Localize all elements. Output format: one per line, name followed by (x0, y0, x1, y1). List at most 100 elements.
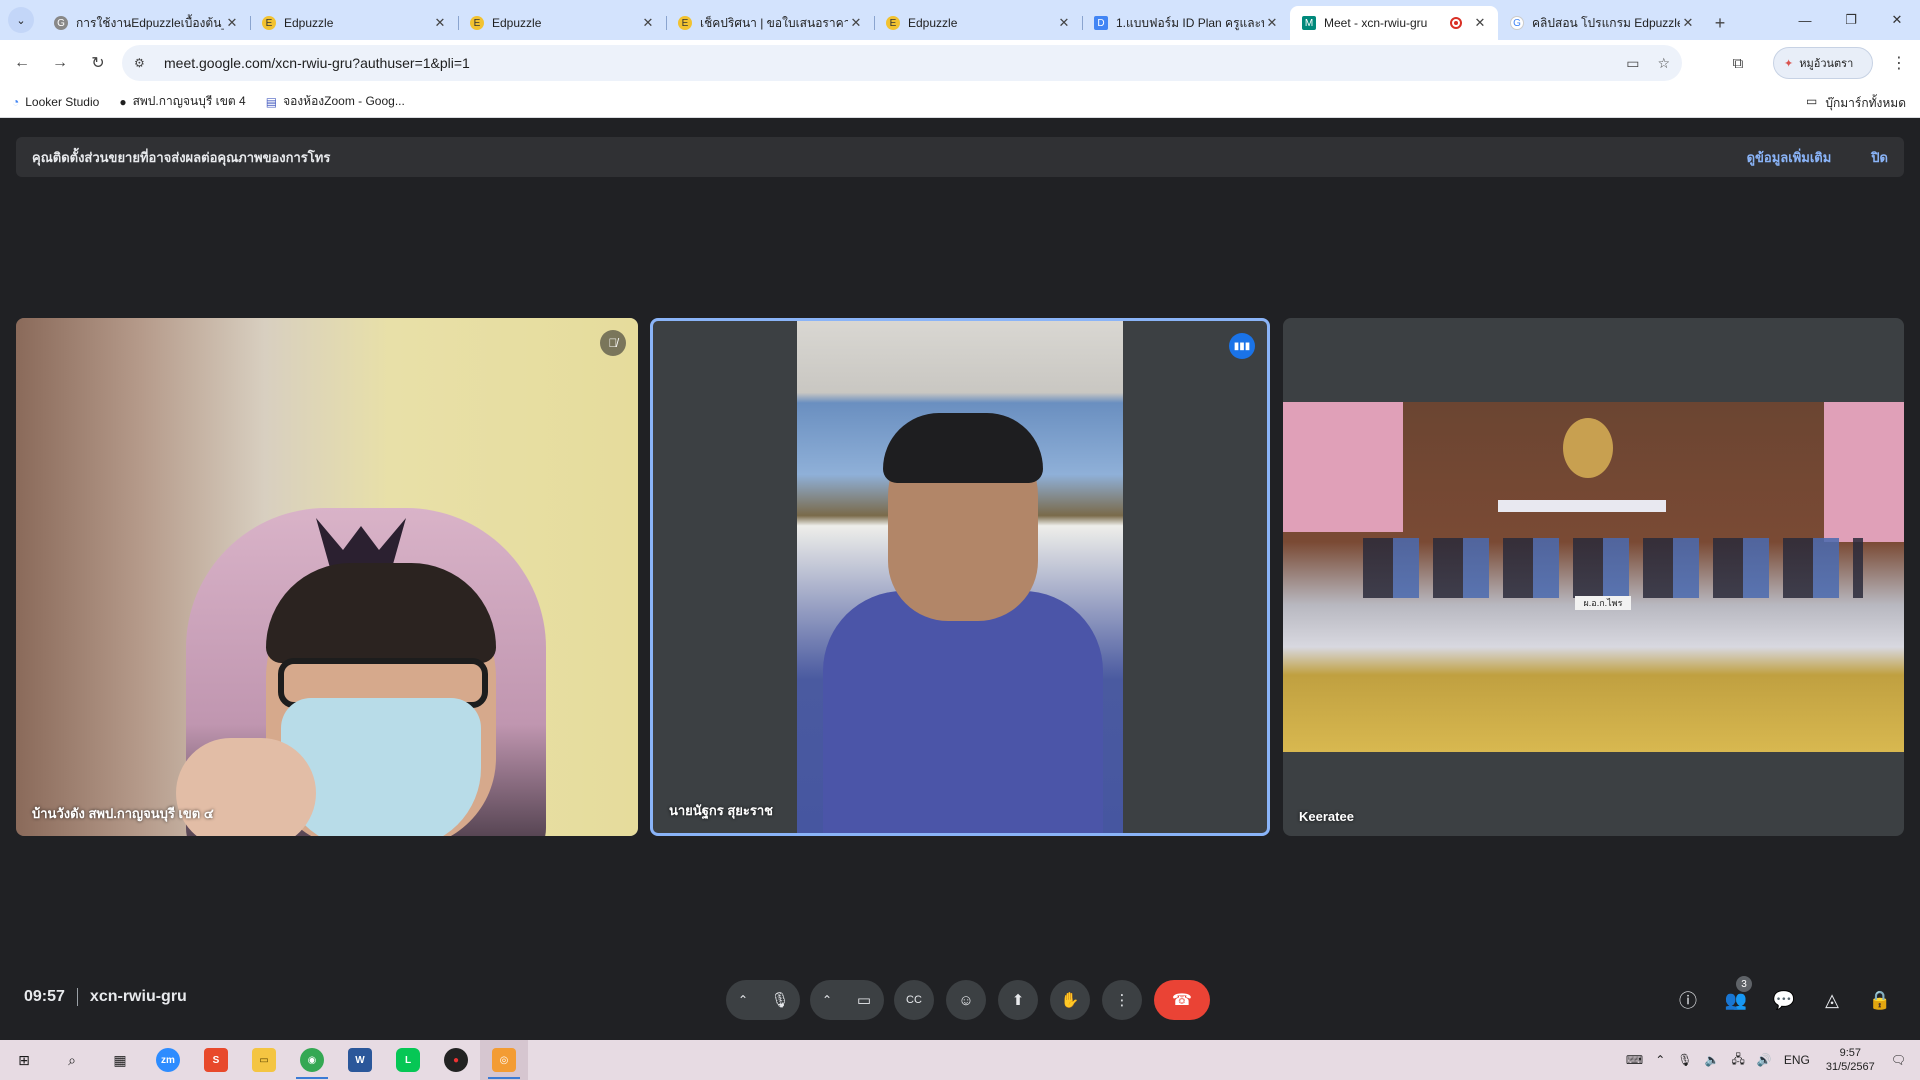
volume-tray-icon[interactable]: 🔈 (1705, 1053, 1720, 1067)
forward-icon[interactable]: → (44, 47, 76, 79)
s-app-icon[interactable]: S (192, 1040, 240, 1080)
all-bookmarks-label: บุ๊กมาร์กทั้งหมด (1825, 96, 1906, 110)
learn-more-link[interactable]: ดูข้อมูลเพิ่มเติม (1747, 147, 1832, 168)
camera-in-use-icon[interactable]: ▭ (1626, 55, 1639, 72)
video-name-plate: ผ.อ.ก.ไพร (1575, 596, 1631, 610)
browser-tab[interactable]: E Edpuzzle ✕ (250, 6, 458, 40)
minimize-icon[interactable]: — (1782, 0, 1828, 40)
restore-icon[interactable]: ❐ (1828, 0, 1874, 40)
tab-close-icon[interactable]: ✕ (432, 15, 448, 31)
system-tray: ⌨ ⌃ 🎙 🔈 🖧 🔊 ENG 9:57 31/5/2567 🗨 (1620, 1040, 1920, 1080)
notifications-icon[interactable]: 🗨 (1891, 1053, 1906, 1067)
activities-icon[interactable]: ◬ (1812, 980, 1852, 1020)
back-icon[interactable]: ← (6, 47, 38, 79)
meeting-time: 09:57 (24, 988, 65, 1005)
captions-icon[interactable]: CC (894, 980, 934, 1020)
meet-favicon-icon: M (1302, 16, 1316, 30)
tab-close-icon[interactable]: ✕ (1056, 15, 1072, 31)
tab-close-icon[interactable]: ✕ (1680, 15, 1696, 31)
bookmark-star-icon[interactable]: ☆ (1657, 55, 1670, 72)
browser-tab[interactable]: G การใช้งานEdpuzzleเบื้องต้น_ ✕ (42, 6, 250, 40)
task-view-icon[interactable]: ▦ (96, 1040, 144, 1080)
file-explorer-icon[interactable]: ▭ (240, 1040, 288, 1080)
tray-chevron-icon[interactable]: ⌃ (1655, 1053, 1665, 1067)
new-tab-button[interactable]: + (1706, 6, 1734, 40)
people-icon[interactable]: 👥 3 (1716, 976, 1756, 1020)
camera-icon[interactable]: ▭ (844, 980, 884, 1020)
clock-time: 9:57 (1839, 1047, 1861, 1059)
close-window-icon[interactable]: ✕ (1874, 0, 1920, 40)
host-controls-icon[interactable]: 🔒 (1860, 980, 1900, 1020)
video-emblem-shape (1563, 418, 1613, 478)
browser-tab[interactable]: D 1.แบบฟอร์ม ID Plan ครูและบุ ✕ (1082, 6, 1290, 40)
extensions-icon[interactable]: ⧉ (1723, 48, 1753, 78)
video-people-shape (1363, 538, 1863, 598)
tab-title: 1.แบบฟอร์ม ID Plan ครูและบุ (1116, 15, 1264, 30)
address-bar[interactable]: ⚙ meet.google.com/xcn-rwiu-gru?authuser=… (122, 45, 1682, 81)
present-screen-icon[interactable]: ⬆ (998, 980, 1038, 1020)
participant-name: บ้านวังดัง สพป.กาญจนบุรี เขต ๔ (32, 806, 214, 821)
meeting-details-icon[interactable]: ⓘ (1668, 980, 1708, 1020)
zoom-app-icon[interactable]: zm (144, 1040, 192, 1080)
tab-close-icon[interactable]: ✕ (640, 15, 656, 31)
bookmark-item[interactable]: ◔ Looker Studio (12, 95, 99, 109)
browser-tab[interactable]: E เช็คปริศนา | ขอใบเสนอราคา ✕ (666, 6, 874, 40)
participant-name: นายนัฐกร สุยะราช (669, 803, 773, 818)
search-icon[interactable]: ⌕ (48, 1040, 96, 1080)
participant-tile-speaking[interactable]: ▮▮▮ นายนัฐกร สุยะราช (650, 318, 1270, 836)
dismiss-banner-button[interactable]: ปิด (1871, 147, 1888, 168)
bookmark-label: จองห้องZoom - Goog... (283, 94, 405, 108)
mic-options-chevron-icon[interactable]: ⌃ (726, 980, 760, 1020)
kebab-menu-icon[interactable]: ⋮ (1884, 48, 1914, 78)
people-count-badge: 3 (1736, 976, 1752, 992)
profile-label: หมูอ้วนตรา (1799, 58, 1854, 70)
bookmarks-bar: ◔ Looker Studio ● สพป.กาญจนบุรี เขต 4 ▤ … (0, 86, 1920, 118)
tab-close-icon[interactable]: ✕ (1472, 15, 1488, 31)
line-app-icon[interactable]: L (384, 1040, 432, 1080)
microphone-icon[interactable]: 🎙 (760, 980, 800, 1020)
tab-close-icon[interactable]: ✕ (224, 15, 240, 31)
keyboard-icon[interactable]: ⌨ (1626, 1053, 1643, 1067)
chrome-app-icon[interactable]: ◉ (288, 1040, 336, 1080)
browser-tab[interactable]: E Edpuzzle ✕ (874, 6, 1082, 40)
url-text: meet.google.com/xcn-rwiu-gru?authuser=1&… (164, 55, 470, 71)
end-call-button[interactable]: ☎ (1154, 980, 1210, 1020)
tab-close-icon[interactable]: ✕ (1264, 15, 1280, 31)
reload-icon[interactable]: ↻ (82, 47, 114, 79)
participant-tile[interactable]: ผ.อ.ก.ไพร Keeratee (1283, 318, 1904, 836)
network-icon[interactable]: 🖧 (1731, 1050, 1744, 1071)
tab-close-icon[interactable]: ✕ (848, 15, 864, 31)
more-options-icon[interactable]: ⋮ (1102, 980, 1142, 1020)
system-clock[interactable]: 9:57 31/5/2567 (1826, 1046, 1875, 1074)
google-favicon-icon: G (1510, 16, 1524, 30)
participant-tile[interactable]: 🎙̸ บ้านวังดัง สพป.กาญจนบุรี เขต ๔ (16, 318, 638, 836)
bookmark-item[interactable]: ▤ จองห้องZoom - Goog... (266, 92, 405, 111)
orange-app-icon[interactable]: ◎ (480, 1040, 528, 1080)
mic-tray-icon[interactable]: 🎙 (1677, 1053, 1692, 1067)
tab-title: คลิปสอน โปรแกรม Edpuzzle (1532, 15, 1680, 30)
profile-button[interactable]: ✦ หมูอ้วนตรา (1773, 47, 1873, 79)
side-panel-controls: ⓘ 👥 3 💬 ◬ 🔒 (1668, 976, 1900, 1020)
windows-start-icon[interactable]: ⊞ (0, 1040, 48, 1080)
raise-hand-icon[interactable]: ✋ (1050, 980, 1090, 1020)
forms-icon: ▤ (265, 94, 278, 109)
browser-toolbar: ← → ↻ ⚙ meet.google.com/xcn-rwiu-gru?aut… (0, 40, 1920, 86)
tab-title: Meet - xcn-rwiu-gru (1324, 16, 1428, 30)
browser-tab[interactable]: G คลิปสอน โปรแกรม Edpuzzle ✕ (1498, 6, 1706, 40)
emoji-reaction-icon[interactable]: ☺ (946, 980, 986, 1020)
meeting-code: xcn-rwiu-gru (89, 988, 187, 1005)
speaker-icon[interactable]: 🔊 (1757, 1053, 1772, 1067)
tab-search-button[interactable]: ⌄ (8, 7, 34, 33)
input-language[interactable]: ENG (1784, 1053, 1810, 1067)
speaking-indicator-icon: ▮▮▮ (1229, 333, 1255, 359)
site-info-icon[interactable]: ⚙ (134, 56, 152, 70)
browser-tab-active[interactable]: M Meet - xcn-rwiu-gru ✕ (1290, 6, 1498, 40)
word-app-icon[interactable]: W (336, 1040, 384, 1080)
bookmark-item[interactable]: ● สพป.กาญจนบุรี เขต 4 (119, 92, 245, 111)
all-bookmarks-button[interactable]: ▭ บุ๊กมาร์กทั้งหมด (1806, 94, 1906, 113)
recorder-app-icon[interactable]: ● (432, 1040, 480, 1080)
camera-options-chevron-icon[interactable]: ⌃ (810, 980, 844, 1020)
browser-tab[interactable]: E Edpuzzle ✕ (458, 6, 666, 40)
video-shirt-shape (823, 591, 1103, 833)
chat-icon[interactable]: 💬 (1764, 980, 1804, 1020)
